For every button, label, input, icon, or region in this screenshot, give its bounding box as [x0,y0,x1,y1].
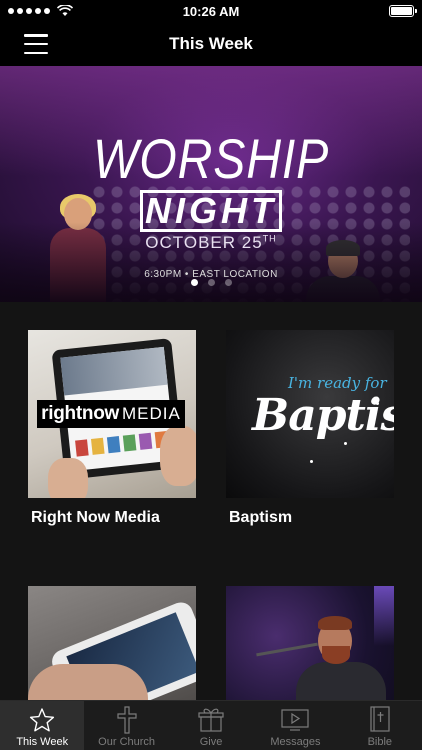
card-baptism[interactable]: I'm ready for Baptism Baptism [226,330,394,527]
card-worship-video[interactable] [226,586,394,700]
card-thumbnail: I'm ready for Baptism [226,330,394,498]
wifi-icon [57,5,73,16]
card-message-video[interactable] [28,586,196,700]
page-title: This Week [169,34,253,53]
card-thumbnail: rightnow MEDIA [28,330,196,498]
tab-our-church[interactable]: Our Church [84,701,168,750]
tab-label: Bible [367,736,393,748]
tab-bar: This Week Our Church Give Messages Bible [0,700,422,750]
cross-icon [113,705,141,735]
star-icon [28,705,56,735]
tab-label: Our Church [98,736,156,748]
baptism-graphic-title: Baptism [252,390,394,441]
hero-banner[interactable]: WORSHIP NIGHT OCTOBER 25TH 6:30PM • EAST… [0,66,422,302]
nav-bar: This Week [0,22,422,66]
tab-bible[interactable]: Bible [338,701,422,750]
tab-give[interactable]: Give [169,701,253,750]
carousel-pager[interactable] [0,279,422,286]
pager-dot[interactable] [224,279,232,286]
video-icon [281,705,310,735]
hero-title: WORSHIP [92,127,330,190]
bible-icon [366,705,394,735]
tab-label: This Week [16,736,69,748]
rightnow-media-logo: rightnow MEDIA [37,400,185,428]
pager-dot[interactable] [207,279,215,286]
card-thumbnail [28,586,196,700]
hero-subtitle: NIGHT [145,190,277,231]
card-right-now-media[interactable]: rightnow MEDIA Right Now Media [28,330,196,527]
hamburger-menu-icon[interactable] [24,34,48,54]
signal-strength-icon [8,5,73,17]
tab-messages[interactable]: Messages [253,701,337,750]
card-thumbnail [226,586,394,700]
tab-label: Give [199,736,223,748]
hero-date: OCTOBER 25TH [145,233,277,252]
battery-icon [389,5,417,17]
gift-icon [197,705,225,735]
pager-dot[interactable] [190,279,198,286]
tab-label: Messages [270,736,321,748]
hero-subtitle-box: NIGHT [140,190,282,232]
content-grid: rightnow MEDIA Right Now Media I'm ready … [0,302,422,700]
card-title: Baptism [229,509,293,526]
status-bar: 10:26 AM [0,0,422,22]
card-title: Right Now Media [31,509,160,526]
tab-this-week[interactable]: This Week [0,701,85,750]
